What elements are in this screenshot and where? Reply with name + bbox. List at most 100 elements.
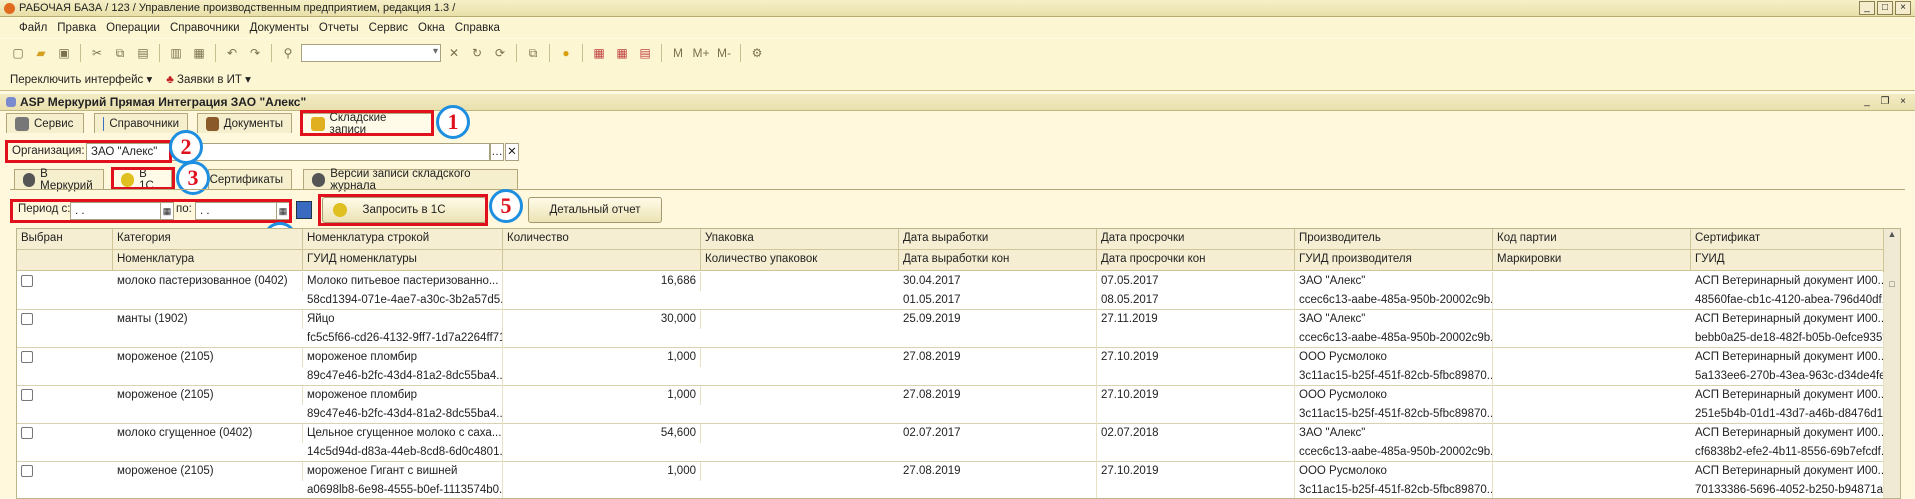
maximize-icon[interactable]: □ xyxy=(1877,1,1893,15)
header-certificate[interactable]: Сертификат xyxy=(1691,229,1884,250)
menu-references[interactable]: Справочники xyxy=(165,22,245,34)
header-nomenclature[interactable]: Номенклатура строкой xyxy=(303,229,503,250)
menu-file[interactable]: Файл xyxy=(14,22,52,34)
row-checkbox[interactable] xyxy=(21,351,33,363)
header2-certificate[interactable]: ГУИД xyxy=(1691,250,1884,271)
highlight-box-4 xyxy=(10,199,292,223)
header-producer[interactable]: Производитель xyxy=(1295,229,1493,250)
cell-certificate: АСП Ветеринарный документ И00... xyxy=(1691,424,1884,443)
search-combo[interactable] xyxy=(301,44,441,62)
header-batch-code[interactable]: Код партии xyxy=(1493,229,1691,250)
tab-certificates-label: Сертификаты xyxy=(209,173,283,186)
row-checkbox[interactable] xyxy=(21,427,33,439)
scroll-thumb[interactable]: □ xyxy=(1884,279,1900,293)
switch-interface-button[interactable]: Переключить интерфейс ▾ xyxy=(10,72,152,86)
it-requests-button[interactable]: ♣ Заявки в ИТ ▾ xyxy=(166,72,251,86)
cell-expiry-date-end xyxy=(1097,367,1295,386)
header2-production-date[interactable]: Дата выработки кон xyxy=(899,250,1097,271)
search-icon[interactable]: ⚲ xyxy=(278,43,298,63)
calculator-icon[interactable]: ▦ xyxy=(589,43,609,63)
menu-edit[interactable]: Правка xyxy=(52,22,101,34)
info-icon[interactable]: ● xyxy=(556,43,576,63)
tab-journal-versions[interactable]: Версии записи складского журнала xyxy=(303,167,518,192)
period-select-icon[interactable] xyxy=(296,201,312,219)
menu-help[interactable]: Справка xyxy=(450,22,505,34)
header-quantity[interactable]: Количество xyxy=(503,229,701,250)
cell-category: манты (1902) xyxy=(113,310,303,329)
refresh-icon[interactable]: ↻ xyxy=(467,43,487,63)
tab-references-label: Справочники xyxy=(109,117,179,130)
header2-expiry-date[interactable]: Дата просрочки кон xyxy=(1097,250,1295,271)
highlight-box-3 xyxy=(111,167,175,190)
header2-selected[interactable] xyxy=(17,250,113,271)
clear-search-icon[interactable]: ✕ xyxy=(444,43,464,63)
memory-icon[interactable]: M xyxy=(668,43,688,63)
print-preview-icon[interactable]: ▦ xyxy=(189,43,209,63)
minimize-icon[interactable]: _ xyxy=(1859,1,1875,15)
menu-documents[interactable]: Документы xyxy=(245,22,314,34)
form-restore-icon[interactable]: ❐ xyxy=(1877,96,1893,110)
refresh-all-icon[interactable]: ⟳ xyxy=(490,43,510,63)
header2-nomenclature[interactable]: ГУИД номенклатуры xyxy=(303,250,503,271)
cell-quantity: 54,600 xyxy=(503,424,701,443)
menu-windows[interactable]: Окна xyxy=(413,22,450,34)
cell-nomenclature: Цельное сгущенное молоко с саха... xyxy=(303,424,503,443)
save-icon[interactable]: ▣ xyxy=(54,43,74,63)
tab-certificates[interactable]: Сертификаты xyxy=(208,169,292,189)
tab-to-mercury-label: В Меркурий xyxy=(40,167,93,192)
row-checkbox[interactable] xyxy=(21,275,33,287)
header-selected[interactable]: Выбран xyxy=(17,229,113,250)
header2-category[interactable]: Номенклатура xyxy=(113,250,303,271)
secondary-toolbar: Переключить интерфейс ▾ ♣ Заявки в ИТ ▾ xyxy=(0,67,1915,91)
header-category[interactable]: Категория xyxy=(113,229,303,250)
tab-service[interactable]: Сервис xyxy=(6,113,84,133)
cut-icon[interactable]: ✂ xyxy=(87,43,107,63)
open-folder-icon[interactable]: ▰ xyxy=(31,43,51,63)
cell-nomenclature-guid: 89c47e46-b2fc-43d4-81a2-8dc55ba4... xyxy=(303,405,503,424)
header-package[interactable]: Упаковка xyxy=(701,229,899,250)
menu-service[interactable]: Сервис xyxy=(364,22,413,34)
header2-batch-code[interactable]: Маркировки xyxy=(1493,250,1691,271)
memory-plus-icon[interactable]: M+ xyxy=(691,43,711,63)
cell-category: молоко пастеризованное (0402) xyxy=(113,272,303,291)
header-expiry-date[interactable]: Дата просрочки xyxy=(1097,229,1295,250)
menu-reports[interactable]: Отчеты xyxy=(314,22,364,34)
tools-icon[interactable]: ⚙ xyxy=(747,43,767,63)
detail-report-button[interactable]: Детальный отчет xyxy=(528,197,662,223)
tab-references[interactable]: Справочники xyxy=(94,113,188,133)
menu-operations[interactable]: Операции xyxy=(101,22,165,34)
cell-quantity: 30,000 xyxy=(503,310,701,329)
form-close-icon[interactable]: × xyxy=(1895,96,1911,110)
header2-package[interactable]: Количество упаковок xyxy=(701,250,899,271)
cell-expiry-date-end xyxy=(1097,443,1295,462)
org-select-button[interactable]: … xyxy=(490,143,504,161)
tab-documents[interactable]: Документы xyxy=(197,113,292,133)
cell-nomenclature: Яйцо xyxy=(303,310,503,329)
redo-icon[interactable]: ↷ xyxy=(245,43,265,63)
table-icon[interactable]: ▤ xyxy=(635,43,655,63)
form-minimize-icon[interactable]: _ xyxy=(1859,96,1875,110)
row-checkbox[interactable] xyxy=(21,313,33,325)
header-production-date[interactable]: Дата выработки xyxy=(899,229,1097,250)
paste-icon[interactable]: ▤ xyxy=(133,43,153,63)
header2-quantity[interactable] xyxy=(503,250,701,271)
copy-icon[interactable]: ⧉ xyxy=(110,43,130,63)
row-checkbox[interactable] xyxy=(21,389,33,401)
calendar-icon[interactable]: ▦ xyxy=(612,43,632,63)
row-checkbox[interactable] xyxy=(21,465,33,477)
new-document-icon[interactable]: ▢ xyxy=(8,43,28,63)
memory-minus-icon[interactable]: M- xyxy=(714,43,734,63)
windows-icon[interactable]: ⧉ xyxy=(523,43,543,63)
tab-journal-versions-label: Версии записи складского журнала xyxy=(330,167,471,192)
close-icon[interactable]: × xyxy=(1895,1,1911,15)
cell-certificate-guid: 5a133ee6-270b-43ea-963c-d34de4fe... xyxy=(1691,367,1884,386)
undo-icon[interactable]: ↶ xyxy=(222,43,242,63)
cell-category: мороженое (2105) xyxy=(113,348,303,367)
print-icon[interactable]: ▥ xyxy=(166,43,186,63)
header2-producer[interactable]: ГУИД производителя xyxy=(1295,250,1493,271)
scroll-up-icon[interactable]: ▲ xyxy=(1884,229,1900,243)
cell-producer: ООО Русмолоко xyxy=(1295,462,1493,481)
vertical-scrollbar[interactable]: ▲ □ xyxy=(1883,229,1900,498)
tab-to-mercury[interactable]: В Меркурий xyxy=(14,167,104,192)
org-clear-icon[interactable]: ✕ xyxy=(505,143,519,161)
